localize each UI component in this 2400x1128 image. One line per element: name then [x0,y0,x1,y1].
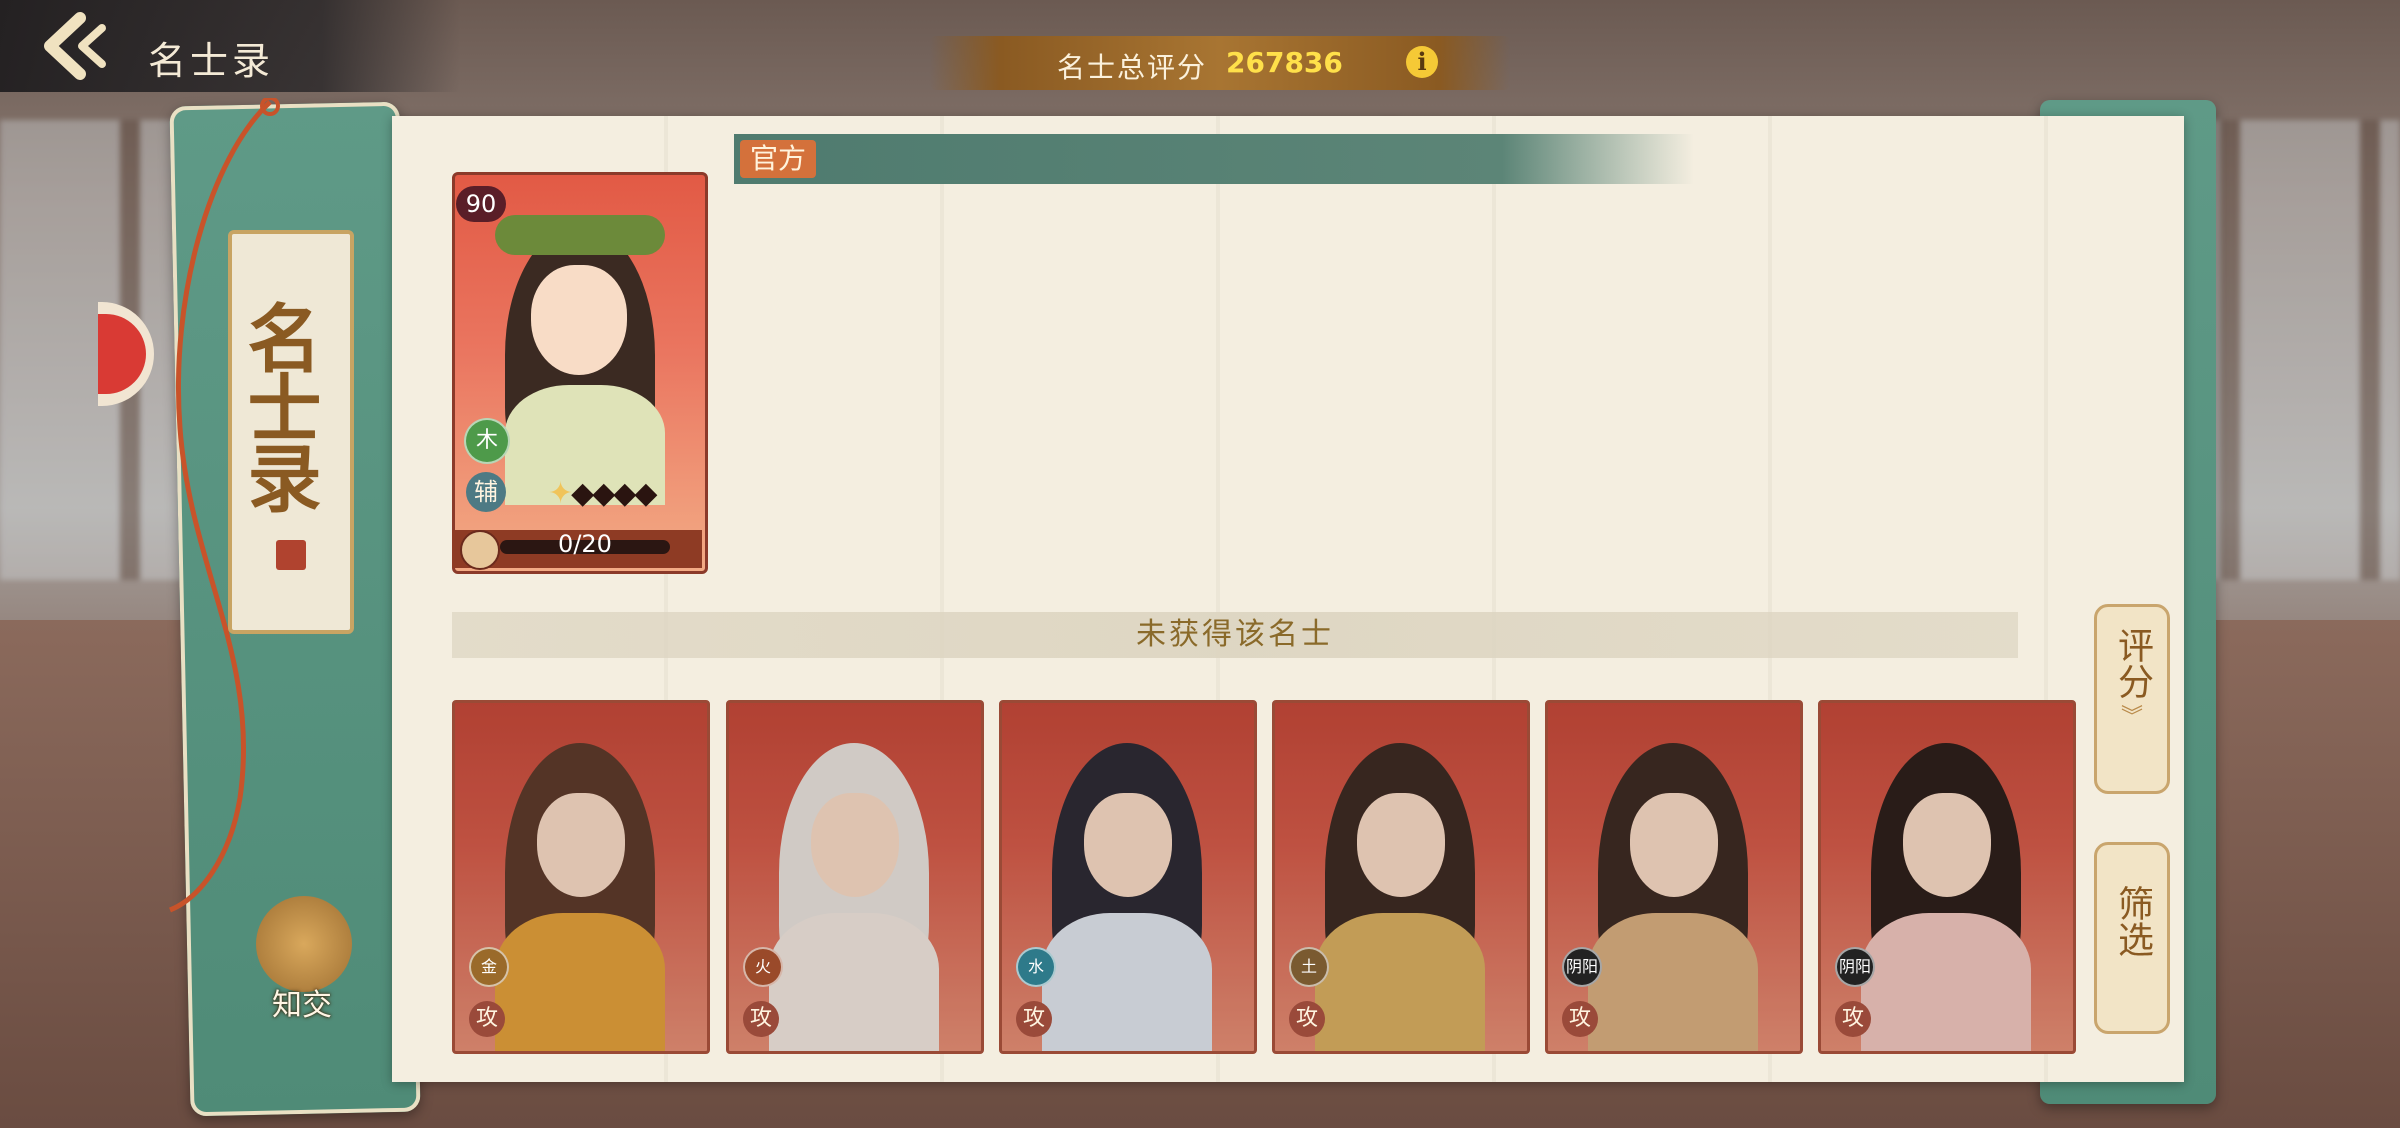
hero-card-locked[interactable]: 阴阳攻 [1545,700,1803,1054]
role-badge: 攻 [1835,1001,1871,1037]
total-score-label: 名士总评分 [1057,51,1208,84]
filter-label: 筛选 [2112,885,2153,957]
friend-label: 知交 [272,988,332,1023]
locked-overlay [1548,703,1800,1051]
element-icon: 火 [743,947,783,987]
element-icon: 阴阳 [1835,947,1875,987]
chevron-down-icon: ︾ [2120,705,2143,730]
hero-card-owned[interactable] [452,172,708,574]
hero-level-badge: 90 [456,186,506,222]
hero-card-locked[interactable]: 金攻 [452,700,710,1054]
star-empty-icon: ◆◆◆◆ [571,476,657,511]
unobtained-label: 未获得该名士 [1136,617,1334,652]
hero-card-locked[interactable]: 阴阳攻 [1818,700,2076,1054]
role-badge: 辅 [466,472,506,512]
back-button[interactable] [36,12,116,80]
filter-button[interactable]: 筛选 [2094,842,2170,1034]
locked-overlay [729,703,981,1051]
element-icon: 阴阳 [1562,947,1602,987]
progress-text: 0/20 [558,530,612,558]
role-badge: 攻 [1289,1001,1325,1037]
locked-overlay [1002,703,1254,1051]
locked-overlay [1275,703,1527,1051]
star-rating: ✦◆◆◆◆ [548,476,657,511]
wood-element-icon: 木 [464,418,510,464]
mini-avatar-icon [460,530,500,570]
red-mask-icon [98,314,146,394]
hero-card-locked[interactable]: 土攻 [1272,700,1530,1054]
hero-card-locked[interactable]: 水攻 [999,700,1257,1054]
rating-sort-label: 评分 [2112,627,2153,699]
role-badge: 攻 [469,1001,505,1037]
category-title: 名士录 [235,300,321,510]
element-icon: 金 [469,947,509,987]
back-chevron-icon [44,12,106,80]
locked-overlay [1821,703,2073,1051]
section-header [734,134,1694,184]
hero-card-locked[interactable]: 火攻 [726,700,984,1054]
info-icon[interactable]: i [1406,46,1438,78]
seal-icon [276,540,306,570]
role-badge: 攻 [1016,1001,1052,1037]
element-icon: 土 [1289,947,1329,987]
star-filled-icon: ✦ [548,476,573,511]
page-title: 名士录 [148,39,275,83]
locked-overlay [455,703,707,1051]
rating-sort-button[interactable]: 评分 ︾ [2094,604,2170,794]
element-icon: 水 [1016,947,1056,987]
role-badge: 攻 [1562,1001,1598,1037]
role-badge: 攻 [743,1001,779,1037]
section-tag: 官方 [740,140,817,178]
handshake-icon [256,896,352,992]
total-score-value: 267836 [1226,46,1343,79]
